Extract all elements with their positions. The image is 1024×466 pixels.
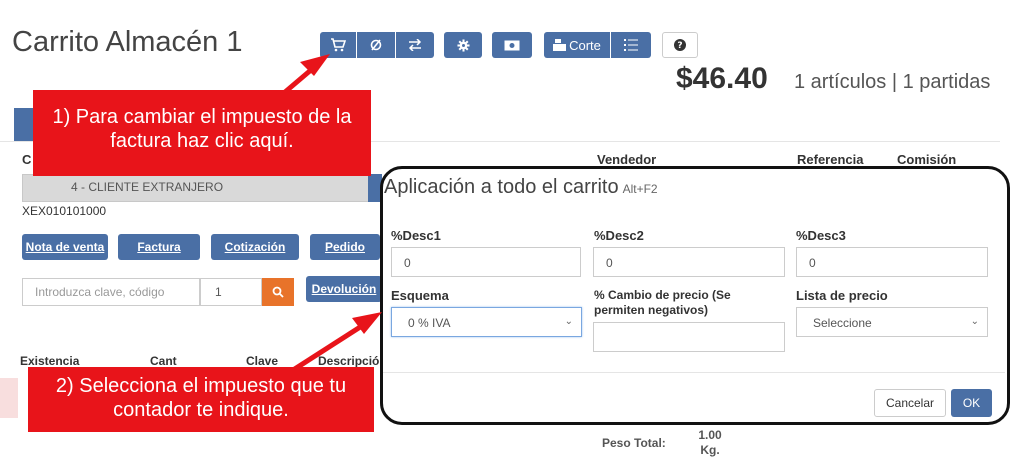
callout-step-2: 2) Selecciona el impuesto que tu contado… [28, 367, 374, 432]
arrow-2-icon [288, 312, 382, 375]
callout-step-1: 1) Para cambiar el impuesto de la factur… [33, 90, 371, 176]
